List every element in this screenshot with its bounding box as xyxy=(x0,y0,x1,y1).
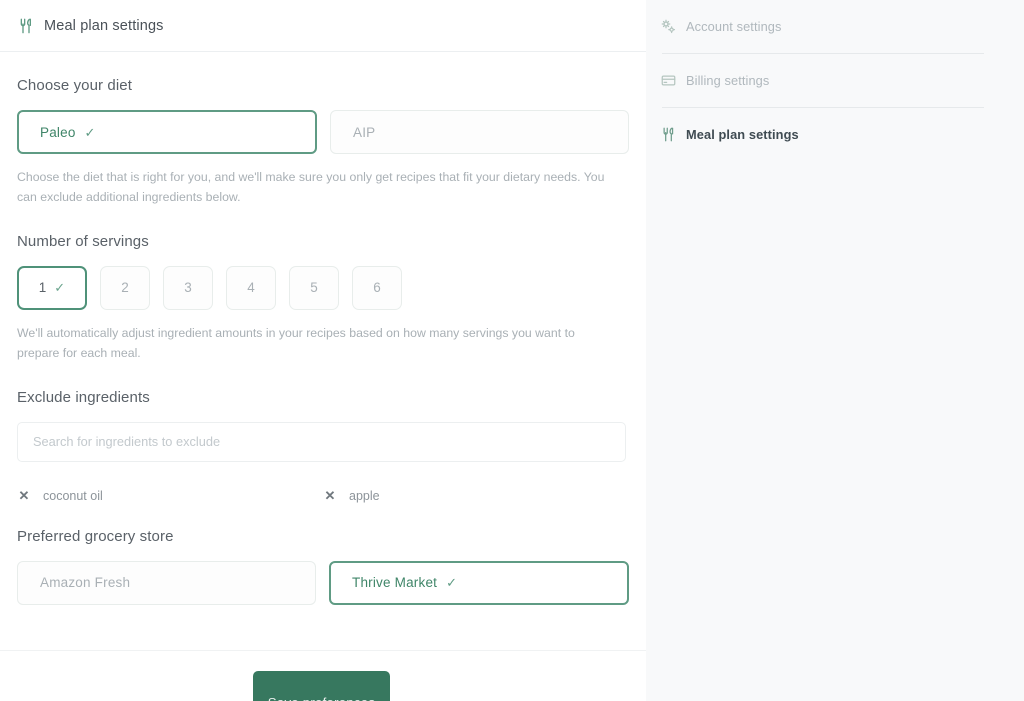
check-icon: ✓ xyxy=(84,124,96,140)
exclude-section-label: Exclude ingredients xyxy=(17,388,150,406)
main-panel: Meal plan settings Choose your diet Pale… xyxy=(0,0,646,701)
sidebar-item-label: Meal plan settings xyxy=(686,127,799,142)
excluded-item-label: coconut oil xyxy=(43,488,103,503)
sidebar-item-billing-settings[interactable]: Billing settings xyxy=(660,54,984,107)
diet-options: Paleo ✓ AIP xyxy=(17,110,629,154)
diet-option-label: Paleo xyxy=(40,124,76,140)
sidebar-item-label: Account settings xyxy=(686,19,782,34)
serving-option-4[interactable]: 4 xyxy=(226,265,276,310)
serving-option-label: 3 xyxy=(184,280,192,296)
sidebar-item-label: Billing settings xyxy=(686,73,770,88)
serving-option-label: 1 xyxy=(38,280,47,296)
credit-card-icon xyxy=(660,73,676,89)
remove-icon[interactable]: ✕ xyxy=(323,489,337,503)
save-preferences-button[interactable]: Save preferences xyxy=(253,671,390,701)
settings-sidebar: Account settings Billing settings Meal p… xyxy=(646,0,1024,701)
grocery-option-label: Thrive Market xyxy=(352,575,438,591)
excluded-item-label: apple xyxy=(349,488,380,503)
serving-option-label: 4 xyxy=(247,280,255,296)
check-icon: ✓ xyxy=(54,280,66,296)
utensils-icon xyxy=(17,17,35,35)
gears-icon xyxy=(660,19,676,35)
grocery-section-label: Preferred grocery store xyxy=(17,527,174,545)
utensils-icon xyxy=(660,127,676,143)
serving-option-2[interactable]: 2 xyxy=(100,265,150,310)
grocery-option-thrive-market[interactable]: Thrive Market ✓ xyxy=(329,560,629,605)
serving-option-label: 5 xyxy=(310,280,318,296)
servings-options: 1 ✓ 2 3 4 5 6 xyxy=(17,265,629,310)
excluded-item-apple: ✕ apple xyxy=(323,489,629,503)
serving-option-6[interactable]: 6 xyxy=(352,265,402,310)
diet-option-label: AIP xyxy=(353,124,376,140)
grocery-options: Amazon Fresh Thrive Market ✓ xyxy=(17,560,629,605)
serving-option-label: 2 xyxy=(121,280,129,296)
servings-helper-text: We'll automatically adjust ingredient am… xyxy=(17,325,575,360)
sidebar-item-meal-plan-settings[interactable]: Meal plan settings xyxy=(660,108,984,161)
sidebar-item-account-settings[interactable]: Account settings xyxy=(660,0,984,53)
serving-option-5[interactable]: 5 xyxy=(289,265,339,310)
settings-page: Meal plan settings Choose your diet Pale… xyxy=(0,0,1024,701)
page-header: Meal plan settings xyxy=(0,0,646,52)
serving-option-3[interactable]: 3 xyxy=(163,265,213,310)
remove-icon[interactable]: ✕ xyxy=(17,489,31,503)
grocery-option-label: Amazon Fresh xyxy=(40,575,131,591)
page-title: Meal plan settings xyxy=(44,17,164,34)
diet-option-aip[interactable]: AIP xyxy=(330,110,629,154)
excluded-ingredients-list: ✕ coconut oil ✕ apple xyxy=(17,489,629,503)
grocery-option-amazon-fresh[interactable]: Amazon Fresh xyxy=(17,560,316,605)
settings-form: Choose your diet Paleo ✓ AIP Choose the … xyxy=(0,77,646,605)
servings-section-label: Number of servings xyxy=(17,232,149,250)
serving-option-1[interactable]: 1 ✓ xyxy=(17,265,87,310)
serving-option-label: 6 xyxy=(373,280,381,296)
footer-divider xyxy=(0,650,646,651)
check-icon: ✓ xyxy=(446,575,458,591)
diet-section-label: Choose your diet xyxy=(17,77,133,94)
diet-helper-text: Choose the diet that is right for you, a… xyxy=(17,170,605,204)
excluded-item-coconut-oil: ✕ coconut oil xyxy=(17,489,323,503)
diet-option-paleo[interactable]: Paleo ✓ xyxy=(17,110,317,154)
exclude-search-input[interactable] xyxy=(17,421,626,462)
